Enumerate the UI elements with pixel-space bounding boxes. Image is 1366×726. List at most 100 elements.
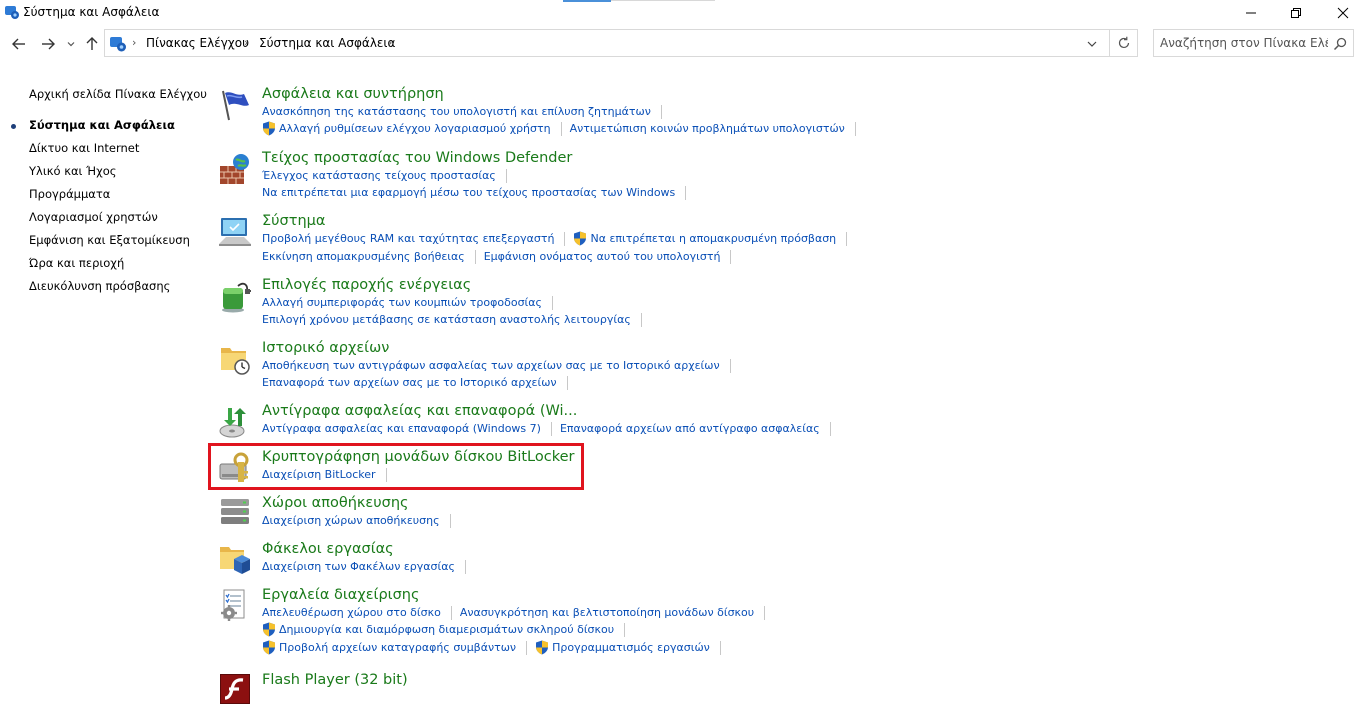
task-link[interactable]: Να επιτρέπεται η απομακρυσμένη πρόσβαση xyxy=(573,231,837,246)
flash-icon[interactable] xyxy=(218,672,252,706)
breadcrumb-separator-icon[interactable]: › xyxy=(388,36,392,49)
refresh-button[interactable] xyxy=(1110,29,1138,57)
link-separator xyxy=(624,623,626,637)
task-link[interactable]: Απελευθέρωση χώρου στο δίσκο xyxy=(262,606,441,619)
restore-icon xyxy=(1291,8,1301,18)
breadcrumb-control-panel[interactable]: Πίνακας Ελέγχου xyxy=(146,36,249,50)
address-bar[interactable]: › Πίνακας Ελέγχου › Σύστημα και Ασφάλεια… xyxy=(104,29,1110,57)
task-link[interactable]: Διαχείριση των Φακέλων εργασίας xyxy=(262,560,455,573)
task-link[interactable]: Διαχείριση χώρων αποθήκευσης xyxy=(262,514,440,527)
task-link-label: Επαναφορά αρχείων από αντίγραφο ασφαλεία… xyxy=(559,422,820,435)
title-bar: Σύστημα και Ασφάλεια xyxy=(0,0,1366,26)
recent-locations-button[interactable] xyxy=(64,34,78,54)
task-link[interactable]: Επιλογή χρόνου μετάβασης σε κατάσταση αν… xyxy=(262,313,631,326)
storage-spaces-icon[interactable] xyxy=(218,495,252,529)
task-link[interactable]: Επαναφορά των αρχείων σας με το Ιστορικό… xyxy=(262,376,557,389)
restore-button[interactable] xyxy=(1273,0,1319,26)
arrow-left-icon xyxy=(12,38,25,50)
task-link[interactable]: Ανασυγκρότηση και βελτιστοποίηση μονάδων… xyxy=(460,606,754,619)
current-item-bullet xyxy=(11,124,16,129)
category-title[interactable]: Τείχος προστασίας του Windows Defender xyxy=(262,150,572,166)
forward-button[interactable] xyxy=(38,34,58,54)
back-button[interactable] xyxy=(9,34,29,54)
task-link[interactable]: Να επιτρέπεται μια εφαρμογή μέσω του τεί… xyxy=(262,186,675,199)
task-row: Απελευθέρωση χώρου στο δίσκο Ανασυγκρότησ… xyxy=(262,606,773,622)
task-link[interactable]: Αλλαγή ρυθμίσεων ελέγχου λογαριασμού χρή… xyxy=(262,121,551,136)
search-box[interactable] xyxy=(1153,29,1354,57)
task-link-label: Διαχείριση των Φακέλων εργασίας xyxy=(262,560,455,573)
task-link[interactable]: Ανασκόπηση της κατάστασης του υπολογιστή… xyxy=(262,105,651,118)
up-button[interactable] xyxy=(82,34,102,54)
sidebar-item-5[interactable]: Λογαριασμοί χρηστών xyxy=(29,210,158,224)
task-link-label: Να επιτρέπεται μια εφαρμογή μέσω του τεί… xyxy=(262,186,676,199)
task-link[interactable]: Προβολή αρχείων καταγραφής συμβάντων xyxy=(262,640,517,655)
task-link[interactable]: Αλλαγή συμπεριφοράς των κουμπιών τροφοδο… xyxy=(262,296,542,309)
task-row: Διαχείριση των Φακέλων εργασίας xyxy=(262,560,474,576)
admin-tools-icon[interactable] xyxy=(218,588,252,622)
chevron-down-icon[interactable] xyxy=(1085,37,1099,51)
search-icon[interactable] xyxy=(1332,36,1348,52)
category-title[interactable]: Ασφάλεια και συντήρηση xyxy=(262,86,444,102)
link-separator xyxy=(564,232,566,246)
sidebar-item-2[interactable]: Δίκτυο και Internet xyxy=(29,141,139,155)
close-button[interactable] xyxy=(1320,0,1366,26)
battery-icon[interactable] xyxy=(218,279,252,313)
task-link[interactable]: Εκκίνηση απομακρυσμένης βοήθειας xyxy=(262,250,465,263)
link-separator xyxy=(660,105,662,119)
link-separator xyxy=(719,641,721,655)
category-title[interactable]: Αντίγραφα ασφαλείας και επαναφορά (Wi... xyxy=(262,403,577,419)
category-title[interactable]: Flash Player (32 bit) xyxy=(262,672,408,688)
task-link[interactable]: Έλεγχος κατάστασης τείχους προστασίας xyxy=(262,169,496,182)
sidebar-item-4[interactable]: Προγράμματα xyxy=(29,187,110,201)
flag-icon[interactable] xyxy=(218,88,252,122)
close-icon xyxy=(1337,7,1349,19)
computer-icon[interactable] xyxy=(218,214,252,248)
task-link[interactable]: Επαναφορά αρχείων από αντίγραφο ασφαλεία… xyxy=(560,422,820,435)
category-title[interactable]: Επιλογές παροχής ενέργειας xyxy=(262,277,471,293)
breadcrumb-separator-icon[interactable]: › xyxy=(132,36,136,49)
arrow-right-icon xyxy=(42,38,55,50)
category-title[interactable]: Σύστημα xyxy=(262,213,325,229)
chevron-down-icon xyxy=(67,42,75,47)
task-row: Δημιουργία και διαμόρφωση διαμερισμάτων … xyxy=(262,622,633,639)
search-input[interactable] xyxy=(1160,35,1328,51)
category-title[interactable]: Φάκελοι εργασίας xyxy=(262,541,394,557)
arrow-up-icon xyxy=(86,37,98,50)
task-link[interactable]: Αντιμετώπιση κοινών προβλημάτων υπολογισ… xyxy=(570,122,845,135)
task-link-label: Να επιτρέπεται η απομακρυσμένη πρόσβαση xyxy=(590,232,837,245)
breadcrumb-separator-icon[interactable]: › xyxy=(244,36,248,49)
task-link[interactable]: Προβολή μεγέθους RAM και ταχύτητας επεξε… xyxy=(262,232,554,245)
category-title[interactable]: Χώροι αποθήκευσης xyxy=(262,495,409,511)
backup-icon[interactable] xyxy=(218,405,252,439)
sidebar-item-1[interactable]: Σύστημα και Ασφάλεια xyxy=(29,118,175,132)
firewall-icon[interactable] xyxy=(218,152,252,186)
work-folders-icon[interactable] xyxy=(218,543,252,577)
task-link-label: Επαναφορά των αρχείων σας με το Ιστορικό… xyxy=(262,376,557,389)
sidebar-item-3[interactable]: Υλικό και Ήχος xyxy=(29,164,117,178)
task-row: Ανασκόπηση της κατάστασης του υπολογιστή… xyxy=(262,105,670,121)
sidebar-item-7[interactable]: Ώρα και περιοχή xyxy=(29,256,124,270)
link-separator xyxy=(550,422,552,436)
link-separator xyxy=(505,169,507,183)
sidebar-item-0[interactable]: Αρχική σελίδα Πίνακα Ελέγχου xyxy=(29,87,207,101)
breadcrumb-system-security[interactable]: Σύστημα και Ασφάλεια xyxy=(259,36,395,50)
sidebar-item-6[interactable]: Εμφάνιση και Εξατομίκευση xyxy=(29,233,190,247)
minimize-icon xyxy=(1246,12,1256,14)
sidebar-item-8[interactable]: Διευκόλυνση πρόσβασης xyxy=(29,279,170,293)
category-title[interactable]: Εργαλεία διαχείρισης xyxy=(262,587,419,603)
task-link-label: Αποθήκευση των αντιγράφων ασφαλείας των … xyxy=(262,359,720,372)
link-separator xyxy=(640,313,642,327)
minimize-button[interactable] xyxy=(1228,0,1274,26)
file-history-icon[interactable] xyxy=(218,342,252,376)
task-link[interactable]: Αποθήκευση των αντιγράφων ασφαλείας των … xyxy=(262,359,720,372)
task-link[interactable]: Προγραμματισμός εργασιών xyxy=(535,640,710,655)
task-row: Αποθήκευση των αντιγράφων ασφαλείας των … xyxy=(262,359,739,375)
task-link-label: Αλλαγή συμπεριφοράς των κουμπιών τροφοδο… xyxy=(262,296,542,309)
task-link[interactable]: Αντίγραφα ασφαλείας και επαναφορά (Windo… xyxy=(262,422,541,435)
task-link-label: Προβολή αρχείων καταγραφής συμβάντων xyxy=(279,641,517,654)
task-row: Αλλαγή συμπεριφοράς των κουμπιών τροφοδο… xyxy=(262,296,561,312)
navigation-bar: › Πίνακας Ελέγχου › Σύστημα και Ασφάλεια… xyxy=(0,28,1366,60)
task-link[interactable]: Δημιουργία και διαμόρφωση διαμερισμάτων … xyxy=(262,622,614,637)
task-link[interactable]: Εμφάνιση ονόματος αυτού του υπολογιστή xyxy=(484,250,721,263)
category-title[interactable]: Ιστορικό αρχείων xyxy=(262,340,389,356)
